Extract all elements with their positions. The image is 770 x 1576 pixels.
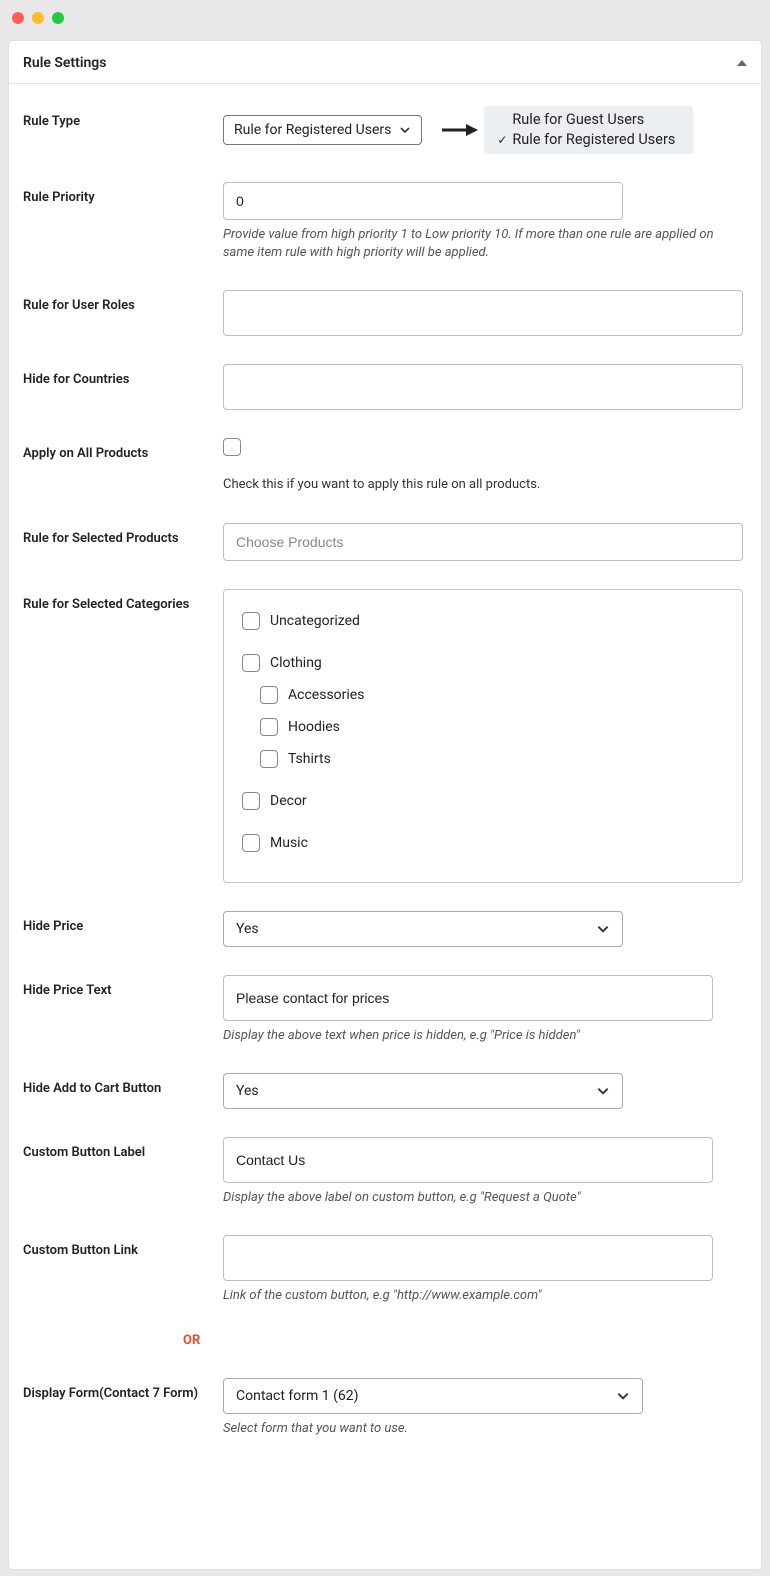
custom-button-label-input[interactable]: [223, 1137, 713, 1183]
collapse-icon[interactable]: [737, 60, 747, 66]
label-selected-categories: Rule for Selected Categories: [23, 589, 223, 612]
row-user-roles: Rule for User Roles: [23, 290, 747, 336]
arrow-right-icon: [440, 122, 478, 138]
cat-hoodies: Hoodies: [260, 718, 724, 736]
cat-tshirts: Tshirts: [260, 750, 724, 768]
hide-price-text-input[interactable]: [223, 975, 713, 1021]
label-user-roles: Rule for User Roles: [23, 290, 223, 313]
label-selected-products: Rule for Selected Products: [23, 523, 223, 546]
custom-button-link-helper: Link of the custom button, e.g "http://w…: [223, 1287, 747, 1305]
rule-settings-panel: Rule Settings Rule Type Rule for Registe…: [8, 40, 762, 1570]
display-form-helper: Select form that you want to use.: [223, 1420, 747, 1438]
row-rule-priority: Rule Priority Provide value from high pr…: [23, 182, 747, 262]
cat-accessories-checkbox[interactable]: [260, 686, 278, 704]
cat-uncategorized: Uncategorized: [242, 612, 724, 630]
chevron-down-icon: [616, 1389, 630, 1403]
cat-clothing: Clothing: [242, 654, 724, 672]
hide-price-value: Yes: [236, 921, 259, 937]
or-separator: OR: [23, 1333, 747, 1348]
chevron-down-icon: [596, 922, 610, 936]
label-apply-all: Apply on All Products: [23, 438, 223, 461]
chevron-down-icon: [399, 124, 411, 136]
label-custom-button-label: Custom Button Label: [23, 1137, 223, 1160]
label-display-form: Display Form(Contact 7 Form): [23, 1378, 223, 1401]
row-custom-button-label: Custom Button Label Display the above la…: [23, 1137, 747, 1207]
option-registered-users[interactable]: ✓ Rule for Registered Users: [488, 130, 681, 150]
cat-hoodies-checkbox[interactable]: [260, 718, 278, 736]
panel-title: Rule Settings: [23, 55, 106, 71]
row-hide-price-text: Hide Price Text Display the above text w…: [23, 975, 747, 1045]
check-icon: ✓: [494, 130, 510, 150]
row-hide-countries: Hide for Countries: [23, 364, 747, 410]
hide-price-text-helper: Display the above text when price is hid…: [223, 1027, 747, 1045]
rule-priority-helper: Provide value from high priority 1 to Lo…: [223, 226, 747, 262]
custom-button-link-input[interactable]: [223, 1235, 713, 1281]
hide-add-to-cart-value: Yes: [236, 1083, 259, 1099]
cat-decor: Decor: [242, 792, 724, 810]
panel-header[interactable]: Rule Settings: [9, 41, 761, 84]
or-text: OR: [183, 1333, 200, 1348]
hide-price-select[interactable]: Yes: [223, 911, 623, 947]
app-window: Rule Settings Rule Type Rule for Registe…: [0, 0, 770, 1576]
close-icon[interactable]: [12, 12, 24, 24]
minimize-icon[interactable]: [32, 12, 44, 24]
label-rule-priority: Rule Priority: [23, 182, 223, 205]
panel-body: Rule Type Rule for Registered Users: [9, 84, 761, 1458]
display-form-select[interactable]: Contact form 1 (62): [223, 1378, 643, 1414]
row-selected-products: Rule for Selected Products: [23, 523, 747, 561]
cat-uncategorized-checkbox[interactable]: [242, 612, 260, 630]
label-hide-countries: Hide for Countries: [23, 364, 223, 387]
row-custom-button-link: Custom Button Link Link of the custom bu…: [23, 1235, 747, 1305]
categories-box: Uncategorized Clothing Accessories: [223, 589, 743, 883]
cat-tshirts-checkbox[interactable]: [260, 750, 278, 768]
titlebar: [0, 0, 770, 36]
label-hide-add-to-cart: Hide Add to Cart Button: [23, 1073, 223, 1096]
cat-music-checkbox[interactable]: [242, 834, 260, 852]
row-hide-add-to-cart: Hide Add to Cart Button Yes: [23, 1073, 747, 1109]
rule-type-value: Rule for Registered Users: [234, 122, 391, 138]
label-hide-price-text: Hide Price Text: [23, 975, 223, 998]
option-guest-users[interactable]: Rule for Guest Users: [488, 110, 681, 130]
row-apply-all: Apply on All Products Check this if you …: [23, 438, 747, 494]
user-roles-input[interactable]: [223, 290, 743, 336]
chevron-down-icon: [596, 1084, 610, 1098]
custom-button-label-helper: Display the above label on custom button…: [223, 1189, 747, 1207]
cat-decor-checkbox[interactable]: [242, 792, 260, 810]
selected-products-input[interactable]: [223, 523, 743, 561]
label-rule-type: Rule Type: [23, 106, 223, 129]
rule-type-select[interactable]: Rule for Registered Users: [223, 115, 422, 145]
maximize-icon[interactable]: [52, 12, 64, 24]
cat-music: Music: [242, 834, 724, 852]
rule-type-options-popup: Rule for Guest Users ✓ Rule for Register…: [484, 106, 693, 154]
hide-countries-input[interactable]: [223, 364, 743, 410]
row-rule-type: Rule Type Rule for Registered Users: [23, 106, 747, 154]
display-form-value: Contact form 1 (62): [236, 1388, 359, 1404]
rule-priority-input[interactable]: [223, 182, 623, 220]
row-hide-price: Hide Price Yes: [23, 911, 747, 947]
row-display-form: Display Form(Contact 7 Form) Contact for…: [23, 1378, 747, 1438]
row-selected-categories: Rule for Selected Categories Uncategoriz…: [23, 589, 747, 883]
label-custom-button-link: Custom Button Link: [23, 1235, 223, 1258]
cat-clothing-checkbox[interactable]: [242, 654, 260, 672]
apply-all-checkbox[interactable]: [223, 438, 241, 456]
label-hide-price: Hide Price: [23, 911, 223, 934]
hide-add-to-cart-select[interactable]: Yes: [223, 1073, 623, 1109]
apply-all-helper: Check this if you want to apply this rul…: [223, 476, 747, 494]
cat-accessories: Accessories: [260, 686, 724, 704]
